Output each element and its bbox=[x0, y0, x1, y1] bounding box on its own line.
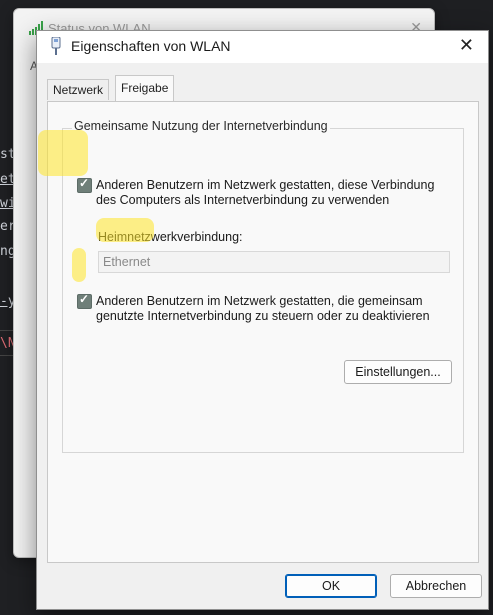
allow-control-label-line1: Anderen Benutzern im Netzwerk gestatten,… bbox=[96, 294, 423, 308]
allow-control-label-line2: genutzte Internetverbindung zu steuern o… bbox=[96, 309, 430, 323]
allow-sharing-label: Anderen Benutzern im Netzwerk gestatten,… bbox=[96, 178, 434, 208]
settings-button[interactable]: Einstellungen... bbox=[344, 360, 452, 384]
properties-dialog: Eigenschaften von WLAN ✕ Netzwerk Freiga… bbox=[36, 30, 489, 610]
dialog-title: Eigenschaften von WLAN bbox=[71, 38, 231, 54]
network-adapter-icon bbox=[51, 37, 61, 55]
allow-control-checkbox[interactable] bbox=[77, 292, 92, 309]
ok-button[interactable]: OK bbox=[285, 574, 377, 598]
home-connection-field[interactable]: Ethernet bbox=[98, 251, 450, 273]
close-icon[interactable]: ✕ bbox=[459, 35, 474, 56]
allow-sharing-label-line2: des Computers als Internetverbindung zu … bbox=[96, 193, 390, 207]
tab-freigabe[interactable]: Freigabe bbox=[115, 75, 175, 102]
ics-group bbox=[62, 128, 464, 453]
allow-control-label: Anderen Benutzern im Netzwerk gestatten,… bbox=[96, 294, 430, 324]
title-bar: Eigenschaften von WLAN ✕ bbox=[37, 31, 488, 63]
allow-sharing-label-line1: Anderen Benutzern im Netzwerk gestatten,… bbox=[96, 178, 435, 192]
home-connection-label: Heimnetzwerkverbindung: bbox=[98, 230, 243, 244]
sharing-panel: Anderen Benutzern im Netzwerk gestatten,… bbox=[47, 101, 479, 563]
allow-sharing-checkbox[interactable] bbox=[77, 176, 92, 193]
cancel-button[interactable]: Abbrechen bbox=[390, 574, 482, 598]
ics-group-title: Gemeinsame Nutzung der Internetverbindun… bbox=[72, 119, 330, 133]
tab-netzwerk[interactable]: Netzwerk bbox=[47, 79, 110, 100]
